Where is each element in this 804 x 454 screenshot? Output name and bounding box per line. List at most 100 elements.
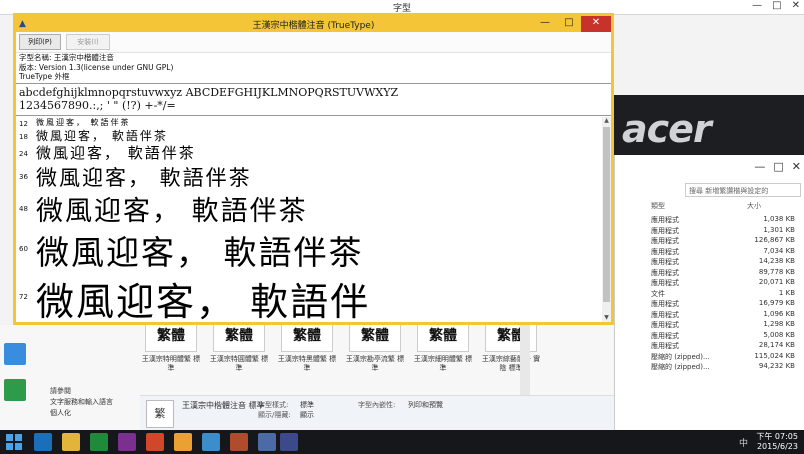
excel-icon[interactable] — [90, 433, 108, 451]
home-app-icon[interactable] — [202, 433, 220, 451]
file-row[interactable]: 2015/6/23 下午 03:24應用程式1,298 KB — [537, 320, 804, 331]
font-tile[interactable]: 繁體 王漢宗勘亭流繁 標準 — [344, 320, 406, 373]
file-size: 115,024 KB — [754, 351, 795, 360]
file-size: 20,071 KB — [758, 278, 795, 286]
app-icon[interactable] — [258, 433, 276, 451]
font-info: 字型名稱: 王漢宗中楷體注音 版本: Version 1.3(license u… — [19, 53, 173, 82]
file-type: 文件 — [651, 289, 665, 298]
separator — [16, 115, 611, 116]
print-button[interactable]: 列印(P) — [19, 34, 61, 50]
size-label: 48 — [19, 205, 28, 214]
file-row[interactable]: 應用程式 126,867 KB — [615, 236, 804, 247]
file-row[interactable]: 應用程式 16,979 KB — [615, 299, 804, 310]
close-button[interactable]: ✕ — [792, 0, 800, 11]
file-size: 94,232 KB — [758, 362, 795, 370]
details-style-label: 字型樣式: — [258, 401, 289, 409]
file-row[interactable]: 應用程式 1,038 KB — [615, 215, 804, 226]
photo-app-icon[interactable] — [174, 433, 192, 451]
file-row[interactable]: 應用程式 89,778 KB — [615, 268, 804, 279]
file-row[interactable]: 應用程式 14,238 KB — [615, 257, 804, 268]
file-size: 1,038 KB — [763, 215, 795, 223]
file-row[interactable]: 應用程式 20,071 KB — [615, 278, 804, 289]
file-type: 應用程式 — [651, 247, 679, 256]
file-type: 應用程式 — [651, 342, 679, 350]
font-tile-caption: 王漢宗勘亭流繁 標準 — [345, 355, 405, 372]
file-type: 應用程式 — [651, 310, 679, 319]
desktop-shortcut-icon[interactable] — [4, 379, 26, 401]
column-size[interactable]: 大小 — [747, 201, 761, 211]
taskbar-clock[interactable]: 下午 07:05 2015/6/23 — [756, 432, 798, 452]
file-row[interactable]: 2015/6/23 下午 03:50壓縮的 (zipped)...94,232 … — [537, 362, 804, 373]
file-size: 1 KB — [778, 288, 795, 297]
file-explorer-icon[interactable] — [62, 433, 80, 451]
file-type: 應用程式 — [651, 237, 679, 245]
font-name-line: 字型名稱: 王漢宗中楷體注音 — [19, 53, 114, 62]
size-sample-text: 微風迎客， 軟語伴茶 — [36, 166, 252, 190]
install-button[interactable]: 安裝(I) — [66, 34, 110, 50]
input-language-indicator[interactable]: 中 — [739, 436, 748, 449]
file-type: 應用程式 — [651, 300, 679, 308]
scroll-up-arrow[interactable]: ▲ — [602, 117, 611, 125]
fonts-folder-scrollbar[interactable] — [520, 325, 530, 395]
file-explorer-window: — □ ✕ 搜尋 新増繁讚楷與設定的 類型 大小 應用程式 1,038 KB 應用程… — [537, 155, 804, 430]
personalize-link[interactable]: 個人化 — [50, 408, 113, 419]
file-size: 16,979 KB — [758, 299, 795, 307]
file-size: 7,034 KB — [763, 246, 795, 255]
font-tile[interactable]: 繁體 王漢宗細明體繁 標準 — [412, 320, 474, 373]
size-sample-text: 微風迎客， 軟語伴茶 — [36, 129, 168, 143]
maximize-button[interactable]: □ — [772, 0, 781, 11]
powerpoint-icon[interactable] — [146, 433, 164, 451]
font-viewer-taskbar-icon[interactable] — [280, 433, 298, 451]
file-row[interactable]: 2015/6/23 下午 03:29應用程式28,174 KB — [537, 341, 804, 352]
file-size: 89,778 KB — [758, 267, 795, 276]
font-tile[interactable]: 繁體 王漢宗特圓體繁 標準 — [208, 320, 270, 373]
ie-icon[interactable] — [34, 433, 52, 451]
acer-logo: acer — [622, 107, 712, 151]
file-row[interactable]: 應用程式 1,301 KB — [615, 226, 804, 237]
preview-titlebar: ▲ 王漢宗中楷體注音 (TrueType) — □ ✕ — [16, 16, 611, 32]
minimize-button[interactable]: — — [752, 0, 762, 11]
file-type: 應用程式 — [651, 331, 679, 340]
scroll-thumb[interactable] — [603, 127, 610, 302]
size-sample-text: 微風迎客， 軟語伴茶 — [36, 144, 196, 162]
file-type: 應用程式 — [651, 279, 679, 287]
file-row[interactable]: 2015/6/23 下午 05:28壓縮的 (zipped)...115,024… — [537, 351, 804, 363]
preview-scrollbar[interactable]: ▲ ▼ — [602, 117, 611, 322]
separator — [16, 83, 611, 84]
explorer-minimize-button[interactable]: — — [754, 160, 765, 173]
details-embedding-value: 列印和預覽 — [408, 401, 443, 409]
details-embedding-label: 字型內嵌性: — [358, 401, 396, 409]
preview-maximize-button[interactable]: □ — [557, 16, 581, 32]
file-row[interactable]: 應用程式 1,096 KB — [615, 310, 804, 321]
desktop-shortcut-icon[interactable] — [4, 343, 26, 365]
size-sample-text: 微風迎客， 軟語伴茶 — [36, 196, 308, 227]
explorer-close-button[interactable]: ✕ — [792, 160, 801, 173]
size-label: 18 — [19, 132, 28, 141]
explorer-search-input[interactable]: 搜尋 新増繁讚楷與設定的 — [685, 183, 801, 197]
file-row[interactable]: 應用程式 7,034 KB — [615, 247, 804, 258]
details-pane: 繁 王漢宗中楷體注音 標準 字型樣式: 標準 顯示/隱藏: 顯示 字型內嵌性: … — [140, 395, 614, 431]
onenote-icon[interactable] — [118, 433, 136, 451]
explorer-maximize-button[interactable]: □ — [773, 160, 783, 173]
size-label: 12 — [19, 120, 28, 129]
text-services-link[interactable]: 文字服務和輸入語言 — [50, 397, 113, 408]
font-tile[interactable]: 繁體 王漢宗特明體繁 標準 — [140, 320, 202, 373]
file-row[interactable]: 文件 1 KB — [615, 289, 804, 300]
size-sample-text: 微風迎客， 軟語伴 — [36, 280, 371, 322]
scroll-down-arrow[interactable]: ▼ — [602, 314, 611, 322]
font-tile[interactable]: 繁體 王漢宗綜藝體一 實陰 標準 — [480, 320, 542, 373]
explorer-column-header: 類型 大小 — [615, 201, 804, 215]
start-button[interactable] — [6, 434, 22, 450]
font-tile[interactable]: 繁體 王漢宗特黑體繁 標準 — [276, 320, 338, 373]
file-size: 5,008 KB — [763, 330, 795, 339]
app-icon[interactable] — [230, 433, 248, 451]
preview-minimize-button[interactable]: — — [533, 16, 557, 32]
preview-close-button[interactable]: ✕ — [581, 16, 611, 32]
desktop-icons — [4, 343, 28, 415]
details-visibility-value: 顯示 — [300, 411, 314, 419]
preview-title: 王漢宗中楷體注音 (TrueType) — [252, 21, 375, 31]
column-type[interactable]: 類型 — [651, 201, 665, 211]
file-size: 1,301 KB — [763, 225, 795, 234]
details-style-value: 標準 — [300, 401, 314, 409]
file-row[interactable]: 2015/6/23 下午 03:25應用程式5,008 KB — [537, 330, 804, 342]
